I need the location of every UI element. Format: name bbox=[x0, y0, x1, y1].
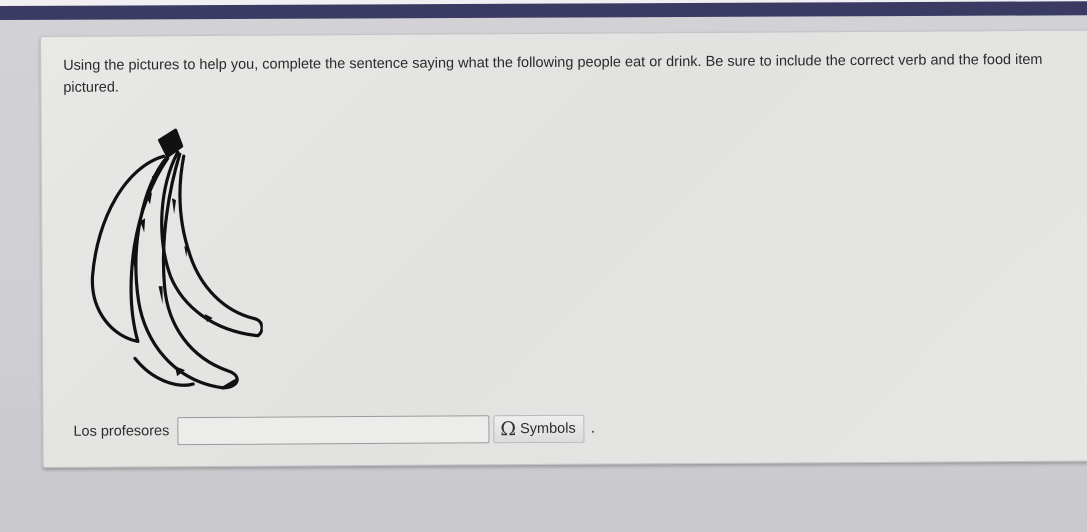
symbols-label: Symbols bbox=[520, 420, 576, 438]
symbols-button[interactable]: Ω Symbols bbox=[493, 414, 585, 444]
question-card: Using the pictures to help you, complete… bbox=[40, 29, 1087, 468]
omega-icon: Ω bbox=[500, 418, 517, 441]
question-text: Using the pictures to help you, complete… bbox=[63, 51, 1043, 96]
sentence-period: . bbox=[590, 419, 596, 437]
answer-row: Los profesores Ω Symbols . bbox=[73, 412, 595, 449]
bananas-icon bbox=[90, 128, 264, 390]
answer-label: Los profesores bbox=[73, 423, 170, 440]
answer-input[interactable] bbox=[177, 415, 490, 446]
